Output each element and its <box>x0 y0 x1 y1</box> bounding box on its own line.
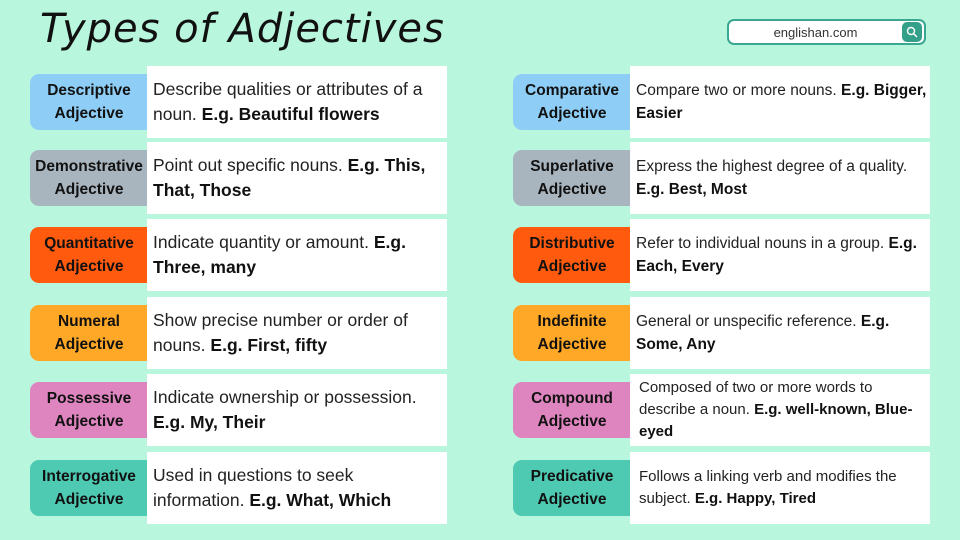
adjective-description: Follows a linking verb and modifies the … <box>630 452 930 524</box>
adjective-description: Compare two or more nouns. E.g. Bigger, … <box>630 66 930 138</box>
adjective-description: Indicate quantity or amount. E.g. Three,… <box>147 219 447 291</box>
type-sub: Adjective <box>537 336 607 353</box>
adjective-row: Quantitative Adjective Indicate quantity … <box>30 219 447 291</box>
type-sub: Adjective <box>54 258 124 275</box>
type-sub: Adjective <box>54 491 124 508</box>
type-sub: Adjective <box>537 258 607 275</box>
description-text: Indicate quantity or amount. <box>153 232 369 252</box>
type-sub: Adjective <box>54 105 124 122</box>
type-name: Compound <box>531 390 613 407</box>
example-text: E.g. Beautiful flowers <box>201 104 380 124</box>
adjective-description: Refer to individual nouns in a group. E.… <box>630 219 930 291</box>
adjective-row: Possessive Adjective Indicate ownership o… <box>30 374 447 446</box>
adjective-description: Express the highest degree of a quality.… <box>630 142 930 214</box>
adjective-description: Show precise number or order of nouns. E… <box>147 297 447 369</box>
type-name: Interrogative <box>42 468 136 485</box>
type-name: Demonstrative <box>35 158 143 175</box>
description-text: Express the highest degree of a quality. <box>636 158 908 175</box>
type-name: Possessive <box>46 390 132 407</box>
adjective-type-label: Descriptive Adjective <box>30 74 152 130</box>
adjective-row: Compound Adjective Composed of two or mor… <box>513 374 930 446</box>
adjective-row: Comparative Adjective Compare two or more… <box>513 66 930 138</box>
type-sub: Adjective <box>537 105 607 122</box>
adjective-row: Descriptive Adjective Describe qualities … <box>30 66 447 138</box>
type-name: Comparative <box>525 82 619 99</box>
example-text: E.g. Happy, Tired <box>694 490 817 507</box>
description-text: Refer to individual nouns in a group. <box>636 235 885 252</box>
example-text: E.g. My, Their <box>153 412 266 432</box>
adjective-type-label: Compound Adjective <box>513 382 635 438</box>
adjective-description: Composed of two or more words to describ… <box>630 374 930 446</box>
adjective-row: Superlative Adjective Express the highest… <box>513 142 930 214</box>
search-text: englishan.com <box>773 24 858 40</box>
adjective-type-label: Interrogative Adjective <box>30 460 152 516</box>
adjective-type-label: Predicative Adjective <box>513 460 635 516</box>
type-sub: Adjective <box>537 491 607 508</box>
adjective-type-label: Demonstrative Adjective <box>30 150 152 206</box>
example-text: E.g. What, Which <box>249 490 392 510</box>
description-text: General or unspecific reference. <box>636 313 857 330</box>
example-text: E.g. First, fifty <box>210 335 328 355</box>
type-name: Indefinite <box>537 313 607 330</box>
type-name: Numeral <box>57 313 120 330</box>
adjective-type-label: Possessive Adjective <box>30 382 152 438</box>
adjective-row: Numeral Adjective Show precise number or … <box>30 297 447 369</box>
type-sub: Adjective <box>537 413 607 430</box>
adjective-description: Indicate ownership or possession. E.g. M… <box>147 374 447 446</box>
adjective-description: Describe qualities or attributes of a no… <box>147 66 447 138</box>
adjective-row: Demonstrative Adjective Point out specifi… <box>30 142 447 214</box>
adjective-row: Distributive Adjective Refer to individua… <box>513 219 930 291</box>
type-sub: Adjective <box>537 181 607 198</box>
type-name: Quantitative <box>44 235 134 252</box>
adjective-type-label: Numeral Adjective <box>30 305 152 361</box>
search-bar[interactable]: englishan.com <box>727 19 926 45</box>
description-text: Compare two or more nouns. <box>636 82 837 99</box>
page-title: Types of Adjectives <box>40 6 445 52</box>
type-sub: Adjective <box>54 336 124 353</box>
adjective-row: Indefinite Adjective General or unspecifi… <box>513 297 930 369</box>
example-text: E.g. Best, Most <box>636 181 748 198</box>
adjective-description: Used in questions to seek information. E… <box>147 452 447 524</box>
type-name: Distributive <box>529 235 615 252</box>
adjective-type-label: Quantitative Adjective <box>30 227 152 283</box>
adjective-type-label: Comparative Adjective <box>513 74 635 130</box>
description-text: Indicate ownership or possession. <box>153 387 417 407</box>
adjective-type-label: Distributive Adjective <box>513 227 635 283</box>
search-icon[interactable] <box>902 22 922 42</box>
adjective-type-label: Superlative Adjective <box>513 150 635 206</box>
adjective-row: Interrogative Adjective Used in questions… <box>30 452 447 524</box>
adjective-row: Predicative Adjective Follows a linking v… <box>513 452 930 524</box>
type-sub: Adjective <box>54 181 124 198</box>
adjective-description: Point out specific nouns. E.g. This, Tha… <box>147 142 447 214</box>
type-sub: Adjective <box>54 413 124 430</box>
adjective-description: General or unspecific reference. E.g. So… <box>630 297 930 369</box>
adjective-type-label: Indefinite Adjective <box>513 305 635 361</box>
type-name: Predicative <box>530 468 614 485</box>
type-name: Descriptive <box>47 82 131 99</box>
description-text: Point out specific nouns. <box>153 155 343 175</box>
type-name: Superlative <box>530 158 614 175</box>
